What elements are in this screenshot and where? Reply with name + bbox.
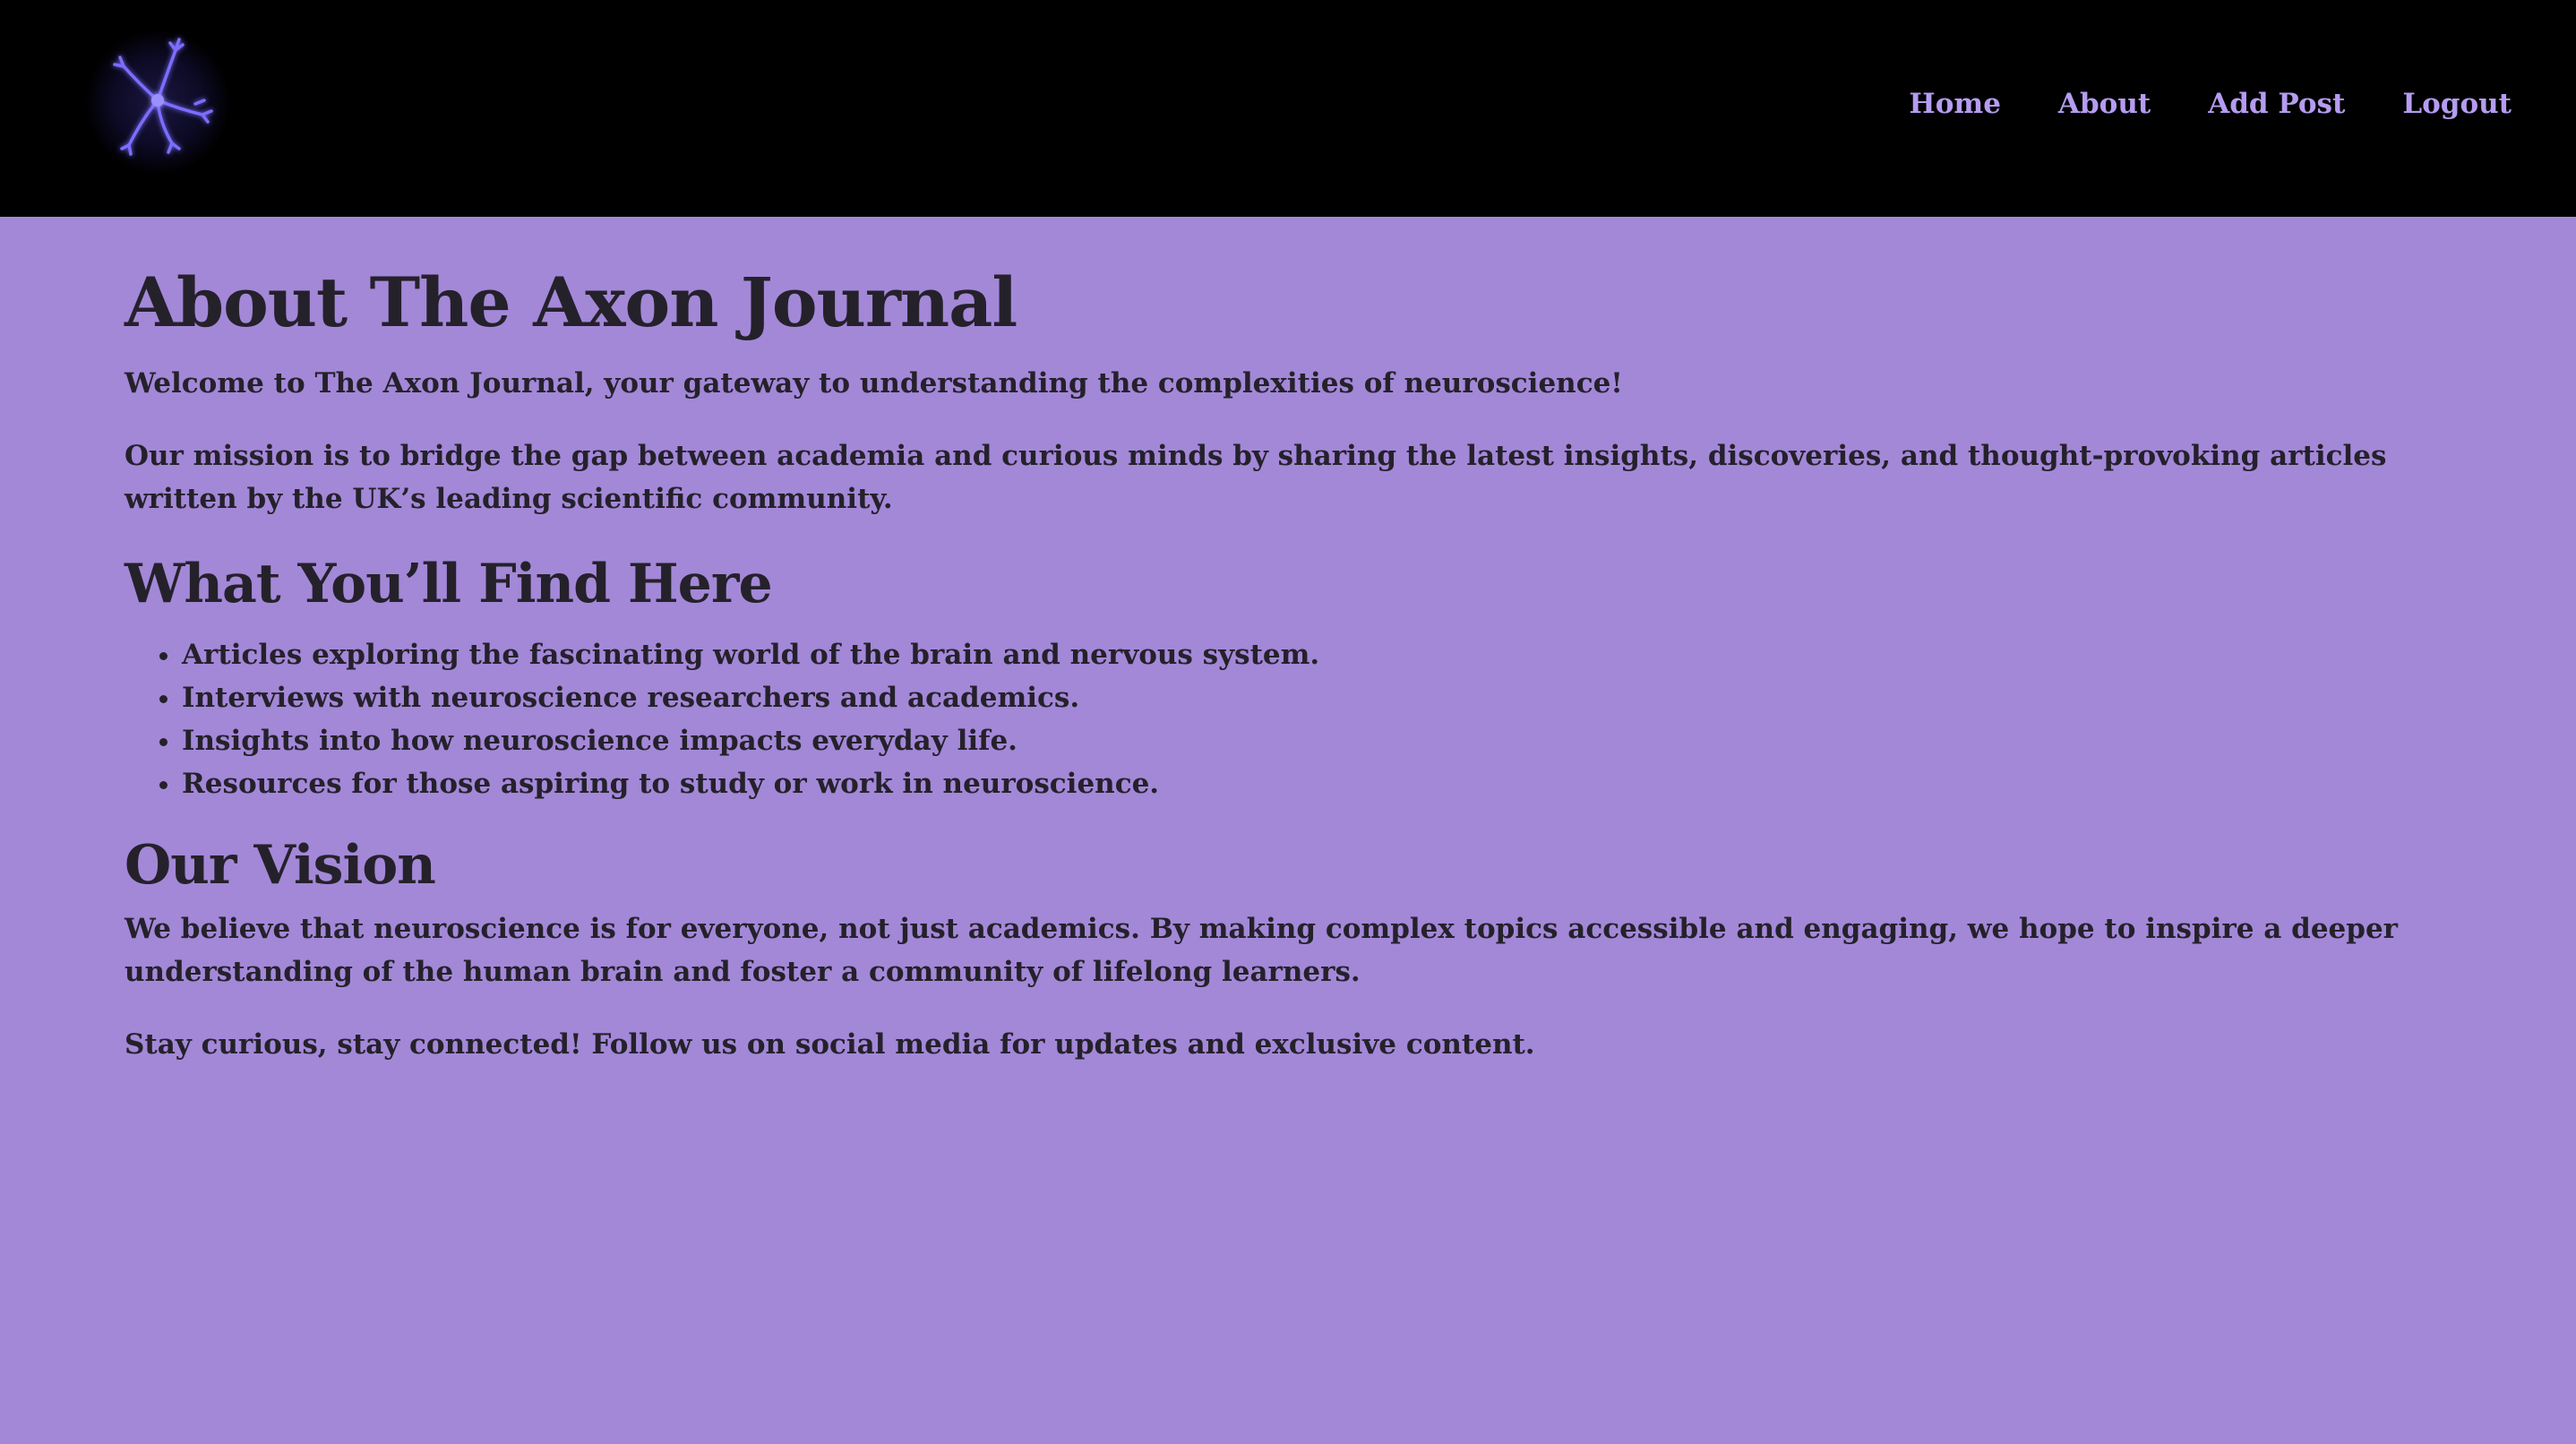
vision-heading: Our Vision — [125, 834, 436, 897]
list-item: Insights into how neuroscience impacts e… — [182, 719, 2453, 762]
main-nav: Home About Add Post Logout — [1909, 82, 2512, 125]
list-item: Articles exploring the fascinating world… — [182, 633, 2453, 676]
page-title: About The Axon Journal — [125, 262, 1018, 342]
welcome-text: Welcome to The Axon Journal, your gatewa… — [125, 367, 1623, 400]
navbar: Home About Add Post Logout — [0, 0, 2576, 217]
features-list: Articles exploring the fascinating world… — [125, 633, 2453, 805]
list-item: Resources for those aspiring to study or… — [182, 762, 2453, 805]
neuron-icon — [113, 38, 213, 156]
site-logo[interactable] — [86, 30, 229, 174]
nav-link-about[interactable]: About — [2058, 88, 2151, 120]
list-item: Interviews with neuroscience researchers… — [182, 676, 2453, 719]
nav-link-home[interactable]: Home — [1909, 88, 2001, 120]
vision-text: We believe that neuroscience is for ever… — [125, 913, 2399, 988]
mission-text: Our mission is to bridge the gap between… — [125, 440, 2387, 515]
closing-text: Stay curious, stay connected! Follow us … — [125, 1028, 1535, 1061]
find-heading: What You’ll Find Here — [125, 553, 773, 615]
nav-link-add-post[interactable]: Add Post — [2208, 88, 2345, 120]
nav-link-logout[interactable]: Logout — [2402, 88, 2512, 120]
about-content: About The Axon Journal Welcome to The Ax… — [125, 217, 2453, 1066]
